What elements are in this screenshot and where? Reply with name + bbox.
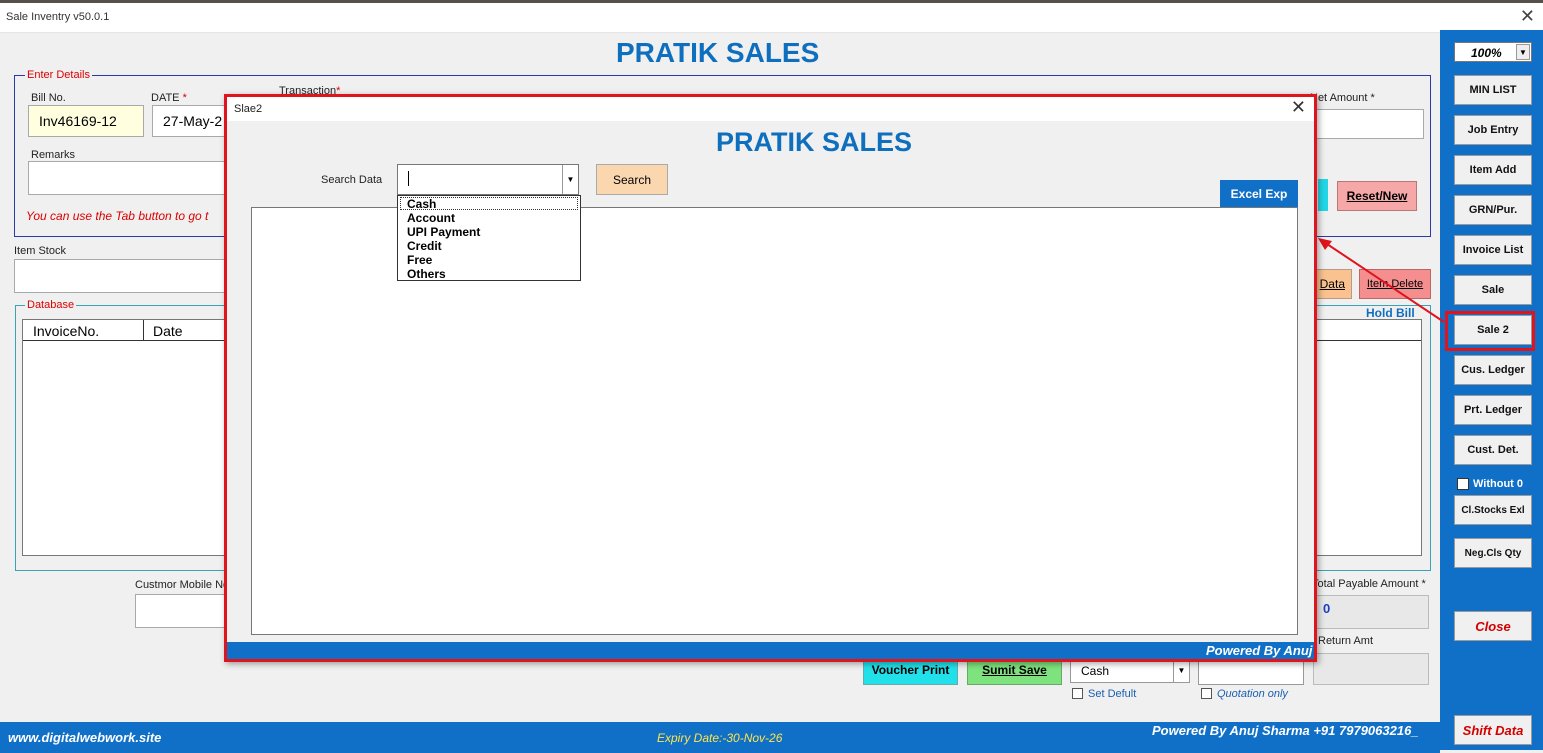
sale2-dialog: Slae2 ✕ PRATIK SALES Search Data ▼ Searc… [224,94,1317,662]
payment-select[interactable]: Cash ▼ [1070,659,1190,683]
dropdown-option-account[interactable]: Account [407,211,455,225]
date-field[interactable]: 27-May-2 [152,105,232,137]
dialog-heading: PRATIK SALES [716,127,913,157]
cl-stocks-button[interactable]: Cl.Stocks Exl [1454,495,1532,525]
zoom-select[interactable]: 100% ▼ [1454,42,1532,62]
dialog-title-bar: Slae2 ✕ [227,97,1314,121]
customer-mobile-field[interactable] [135,594,227,628]
net-amount-label: Net Amount * [1310,92,1375,104]
cyan-button-edge[interactable] [1318,179,1328,211]
dropdown-option-free[interactable]: Free [407,253,432,267]
expiry-date: Expiry Date:-30-Nov-26 [657,731,783,745]
dropdown-option-credit[interactable]: Credit [407,239,442,253]
cus-ledger-button[interactable]: Cus. Ledger [1454,355,1532,385]
zoom-chevron-down-icon[interactable]: ▼ [1516,44,1530,60]
excel-export-button[interactable]: Excel Exp [1220,180,1298,207]
set-default-checkbox[interactable] [1072,688,1083,699]
item-add-button[interactable]: Item Add [1454,155,1532,185]
item-stock-label: Item Stock [14,245,66,257]
dropdown-option-upi-payment[interactable]: UPI Payment [407,225,480,239]
combo-chevron-down-icon[interactable]: ▼ [562,165,578,194]
quotation-field[interactable] [1198,659,1304,685]
close-icon[interactable]: ✕ [1520,6,1535,27]
annotation-arrow-icon [1318,238,1445,323]
set-default-label: Set Defult [1088,688,1137,700]
chevron-down-icon[interactable]: ▼ [1173,660,1189,682]
invoice-list-button[interactable]: Invoice List [1454,235,1532,265]
enter-details-label: Enter Details [25,69,92,81]
sidebar: 100% ▼ MIN LIST Job Entry Item Add GRN/P… [1440,30,1543,750]
column-date[interactable]: Date [153,323,183,339]
dropdown-option-others[interactable]: Others [407,267,446,281]
without0-label: Without 0 [1473,478,1523,490]
title-bar: Sale Inventry v50.0.1 ✕ [0,3,1543,33]
customer-mobile-label: Custmor Mobile No [135,579,230,591]
footer: www.digitalwebwork.site Expiry Date:-30-… [0,722,1440,753]
sale-2-button[interactable]: Sale 2 [1454,315,1532,345]
grn-pur-button[interactable]: GRN/Pur. [1454,195,1532,225]
database-label: Database [25,299,77,311]
total-payable-field: 0 [1313,595,1429,629]
reset-new-button[interactable]: Reset/New [1337,181,1417,211]
cust-det-button[interactable]: Cust. Det. [1454,435,1532,465]
column-invoice-no[interactable]: InvoiceNo. [33,323,99,339]
return-amt-label: Return Amt [1318,635,1374,647]
search-data-label: Search Data [321,174,383,186]
date-label: DATE * [151,92,187,104]
search-data-combo[interactable]: ▼ [397,164,579,195]
search-button[interactable]: Search [596,164,668,195]
bill-no-field[interactable]: Inv46169-12 [28,105,144,137]
dialog-close-icon[interactable]: ✕ [1291,97,1306,118]
job-entry-button[interactable]: Job Entry [1454,115,1532,145]
powered-by: Powered By Anuj Sharma +91 7979063216_ [1152,723,1419,738]
dialog-title: Slae2 [234,103,263,115]
column-divider [143,320,144,341]
window-title: Sale Inventry v50.0.1 [6,11,110,23]
total-payable-value: 0 [1323,601,1331,616]
close-button[interactable]: Close [1454,611,1532,641]
remarks-field[interactable] [28,161,228,195]
neg-cls-qty-button[interactable]: Neg.Cls Qty [1454,538,1532,568]
zoom-value: 100% [1471,46,1502,60]
shift-data-button[interactable]: Shift Data [1454,715,1532,745]
dialog-footer: Powered By Anuj Sharma +91 7979063216_ [227,642,1314,659]
dropdown-option-cash[interactable]: Cash [407,197,436,211]
remarks-label: Remarks [31,149,76,161]
quotation-only-label: Quotation only [1217,688,1288,700]
text-cursor [408,171,409,186]
net-amount-field[interactable] [1316,109,1424,139]
total-payable-label: Total Payable Amount * [1312,578,1426,590]
page-title: PRATIK SALES [616,37,820,68]
min-list-button[interactable]: MIN LIST [1454,75,1532,105]
prt-ledger-button[interactable]: Prt. Ledger [1454,395,1532,425]
site-link[interactable]: www.digitalwebwork.site [8,730,161,745]
search-dropdown-list: Cash Account UPI Payment Credit Free Oth… [397,195,581,281]
tab-hint: You can use the Tab button to go t [26,209,209,223]
bill-no-label: Bill No. [31,92,66,104]
quotation-checkbox[interactable] [1201,688,1212,699]
without0-checkbox[interactable] [1457,478,1469,490]
return-amt-field [1313,653,1429,685]
item-stock-field[interactable] [14,259,226,293]
payment-select-value: Cash [1081,664,1110,678]
sale-button[interactable]: Sale [1454,275,1532,305]
dialog-powered-by: Powered By Anuj Sharma +91 7979063216_ [1206,643,1314,658]
